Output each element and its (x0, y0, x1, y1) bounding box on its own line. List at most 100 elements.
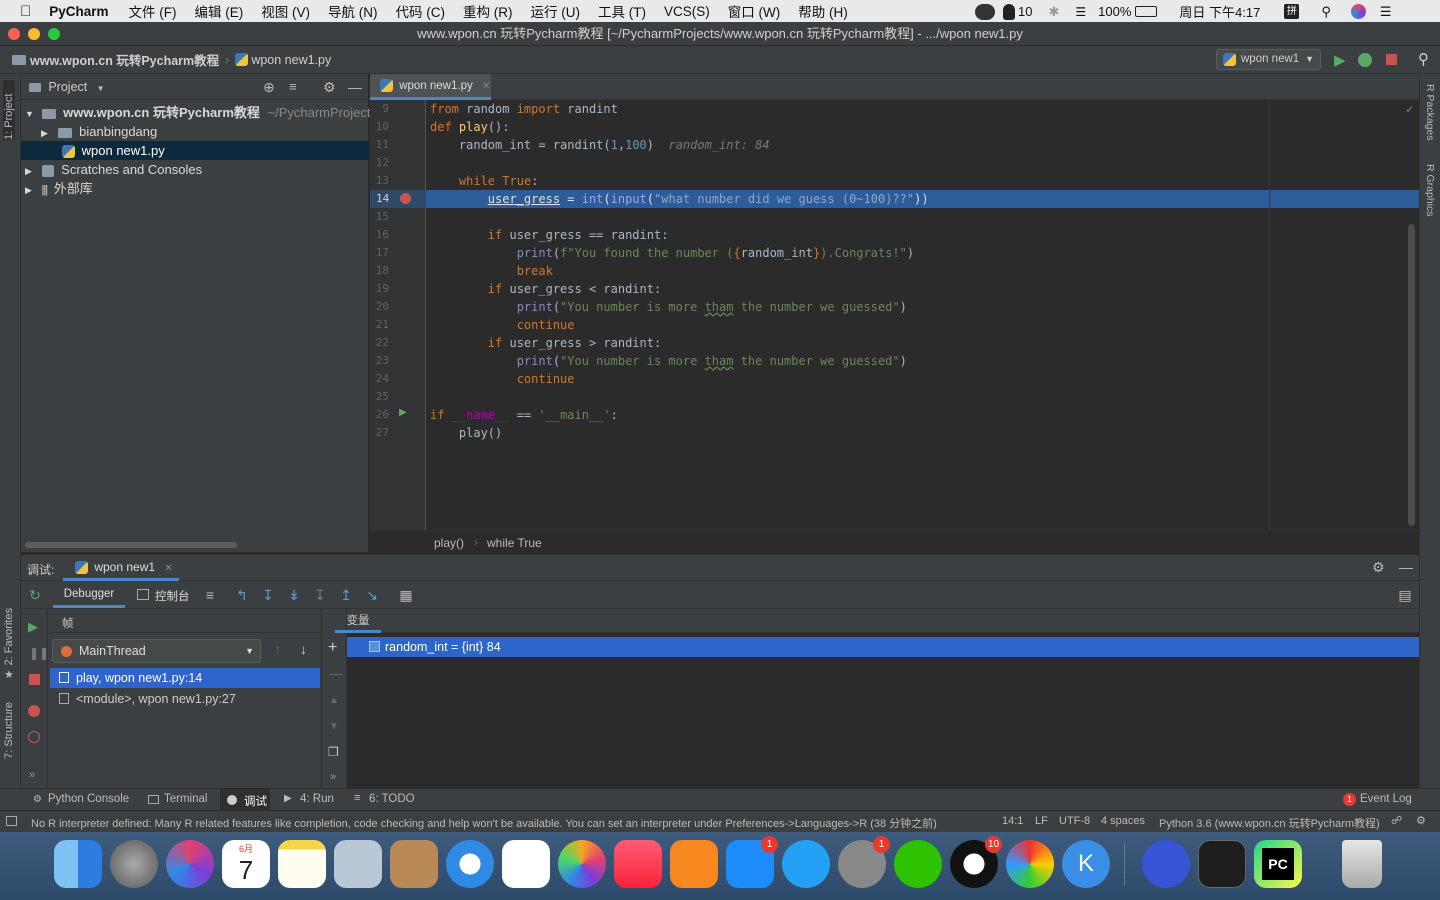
expand-arrow-icon[interactable]: ▶ (25, 166, 32, 176)
pause-icon[interactable]: ❚❚ (29, 646, 49, 660)
apple-icon[interactable]:  (20, 3, 31, 20)
reminders-dock-icon[interactable] (502, 840, 550, 888)
gear-icon[interactable]: ⚙ (1372, 559, 1385, 576)
caret-position[interactable]: 14:1 (1002, 815, 1023, 827)
music-dock-icon[interactable] (614, 840, 662, 888)
expand-arrow-icon[interactable]: ▶ (25, 185, 32, 195)
stop-icon[interactable] (29, 674, 40, 685)
collapse-all-icon[interactable]: ≡ (289, 74, 297, 100)
view-breakpoints-icon[interactable] (28, 705, 40, 717)
todo-tab[interactable]: 6: TODO (369, 793, 415, 805)
console-tab[interactable]: 控制台 (155, 588, 190, 604)
wifi-icon[interactable]: ☰ (1075, 5, 1086, 19)
siri-dock-icon[interactable] (166, 840, 214, 888)
siri-icon[interactable] (1350, 4, 1366, 19)
close-tab-icon[interactable]: ✕ (482, 81, 490, 92)
battery-icon[interactable] (1135, 6, 1158, 17)
gear-icon[interactable]: ⚙ (323, 74, 336, 100)
favorites-tool-button[interactable]: 2: Favorites (3, 608, 15, 665)
contacts-dock-icon[interactable] (390, 840, 438, 888)
step-into-icon[interactable]: ↡ (285, 586, 303, 604)
thread-selector[interactable]: MainThread ▼ (52, 639, 261, 663)
horizontal-scrollbar[interactable] (25, 542, 237, 548)
remove-watch-icon[interactable]: — (329, 665, 343, 681)
clock[interactable]: 周日 下午4:17 (1179, 2, 1260, 21)
close-tab-icon[interactable]: ✕ (164, 563, 172, 574)
frame-row[interactable]: <module>, wpon new1.py:27 (50, 689, 320, 709)
menu-tools[interactable]: 工具 (T) (598, 1, 646, 21)
close-window-button[interactable] (8, 28, 20, 40)
messages-dock-icon[interactable] (782, 840, 830, 888)
indent-setting[interactable]: 4 spaces (1101, 815, 1145, 827)
debug-tab-active[interactable]: 调试 (220, 789, 270, 810)
r-packages-tool-button[interactable]: R Packages (1424, 84, 1436, 141)
spotlight-icon[interactable]: ⚲ (1321, 4, 1331, 20)
zoom-window-button[interactable] (48, 28, 60, 40)
app-menu[interactable]: PyCharm (49, 4, 108, 19)
status-message[interactable]: No R interpreter defined: Many R related… (31, 815, 937, 831)
editor-tab-active[interactable]: wpon new1.py ✕ (370, 74, 491, 100)
menu-file[interactable]: 文件 (F) (129, 1, 177, 21)
run-gutter-icon[interactable]: ▶ (399, 407, 407, 418)
notification-center-icon[interactable]: ☰ (1380, 4, 1392, 20)
interpreter-selector[interactable]: Python 3.6 (www.wpon.cn 玩转Pycharm教程) (1159, 815, 1380, 831)
bluetooth-icon[interactable]: ✱ (1048, 4, 1059, 20)
inspector-icon[interactable]: ⚙ (1416, 814, 1426, 827)
show-execution-point-icon[interactable]: ↰ (233, 586, 251, 604)
run-to-cursor-icon[interactable]: ↘ (363, 586, 381, 604)
rerun-icon[interactable]: ↻ (26, 586, 44, 604)
menu-vcs[interactable]: VCS(S) (664, 4, 710, 19)
colorful-app-dock-icon[interactable] (1006, 840, 1054, 888)
safari-dock-icon[interactable] (446, 840, 494, 888)
photos-dock-icon[interactable] (558, 840, 606, 888)
tree-external-libraries[interactable]: ▶ ||| 外部库 (21, 179, 369, 198)
toggle-tool-windows-icon[interactable] (6, 816, 17, 826)
terminal-dock-icon[interactable] (1198, 840, 1246, 888)
trash-dock-icon[interactable] (1342, 840, 1382, 888)
minimize-window-button[interactable] (28, 28, 40, 40)
breadcrumb-file[interactable]: wpon new1.py (251, 53, 331, 67)
tree-root[interactable]: ▼ www.wpon.cn 玩转Pycharm教程 ~/PycharmProje… (21, 103, 370, 122)
line-separator[interactable]: LF (1035, 815, 1048, 827)
file-encoding[interactable]: UTF-8 (1059, 815, 1090, 827)
move-up-icon[interactable]: ▲ (329, 695, 339, 706)
menu-refactor[interactable]: 重构 (R) (463, 1, 513, 21)
app-store-dock-icon[interactable]: 1 (726, 836, 778, 888)
add-watch-icon[interactable]: + (328, 639, 337, 657)
python-console-tab[interactable]: Python Console (48, 793, 129, 805)
previous-frame-icon[interactable]: ↑ (274, 641, 281, 657)
move-down-icon[interactable]: ▼ (329, 721, 339, 732)
variable-row-selected[interactable]: random_int = {int} 84 (347, 637, 1419, 657)
vertical-scrollbar[interactable] (1408, 224, 1415, 526)
step-out-icon[interactable]: ↥ (337, 586, 355, 604)
inspection-ok-icon[interactable]: ✓ (1406, 102, 1413, 116)
threads-icon[interactable]: ≡ (201, 586, 219, 604)
frame-row-selected[interactable]: play, wpon new1.py:14 (50, 668, 320, 688)
debug-bug-icon[interactable] (1358, 53, 1372, 67)
chevron-down-icon[interactable]: ▼ (97, 84, 105, 93)
step-into-my-code-icon[interactable]: ↧ (311, 586, 329, 604)
more-icon[interactable]: » (29, 769, 35, 781)
evaluate-expression-icon[interactable]: ▦ (397, 586, 415, 604)
hide-panel-icon[interactable]: — (1399, 559, 1413, 575)
menu-window[interactable]: 窗口 (W) (728, 1, 780, 21)
project-tool-button[interactable]: 1: Project (3, 80, 15, 140)
tree-file-selected[interactable]: wpon new1.py (21, 141, 369, 160)
breadcrumb-function[interactable]: play() (434, 536, 464, 550)
expand-arrow-icon[interactable]: ▶ (41, 128, 48, 138)
next-frame-icon[interactable]: ↓ (300, 641, 307, 657)
input-method-icon[interactable]: 拼 (1284, 4, 1300, 19)
restore-layout-icon[interactable]: ▤ (1396, 586, 1414, 604)
breadcrumb-project[interactable]: www.wpon.cn 玩转Pycharm教程 (30, 50, 219, 69)
r-graphics-tool-button[interactable]: R Graphics (1424, 164, 1436, 217)
menu-code[interactable]: 代码 (C) (396, 1, 446, 21)
books-dock-icon[interactable] (670, 840, 718, 888)
event-log-tab[interactable]: Event Log (1360, 793, 1412, 805)
debug-session-tab[interactable]: wpon new1 ✕ (63, 555, 179, 581)
finder-dock-icon[interactable] (54, 840, 102, 888)
copy-icon[interactable]: ❐ (328, 745, 339, 759)
run-config-selector[interactable]: wpon new1 ▼ (1216, 49, 1321, 70)
wechat-dock-icon[interactable] (894, 840, 942, 888)
pycharm-dock-icon[interactable]: PC (1254, 840, 1302, 888)
preview-dock-icon[interactable] (334, 840, 382, 888)
